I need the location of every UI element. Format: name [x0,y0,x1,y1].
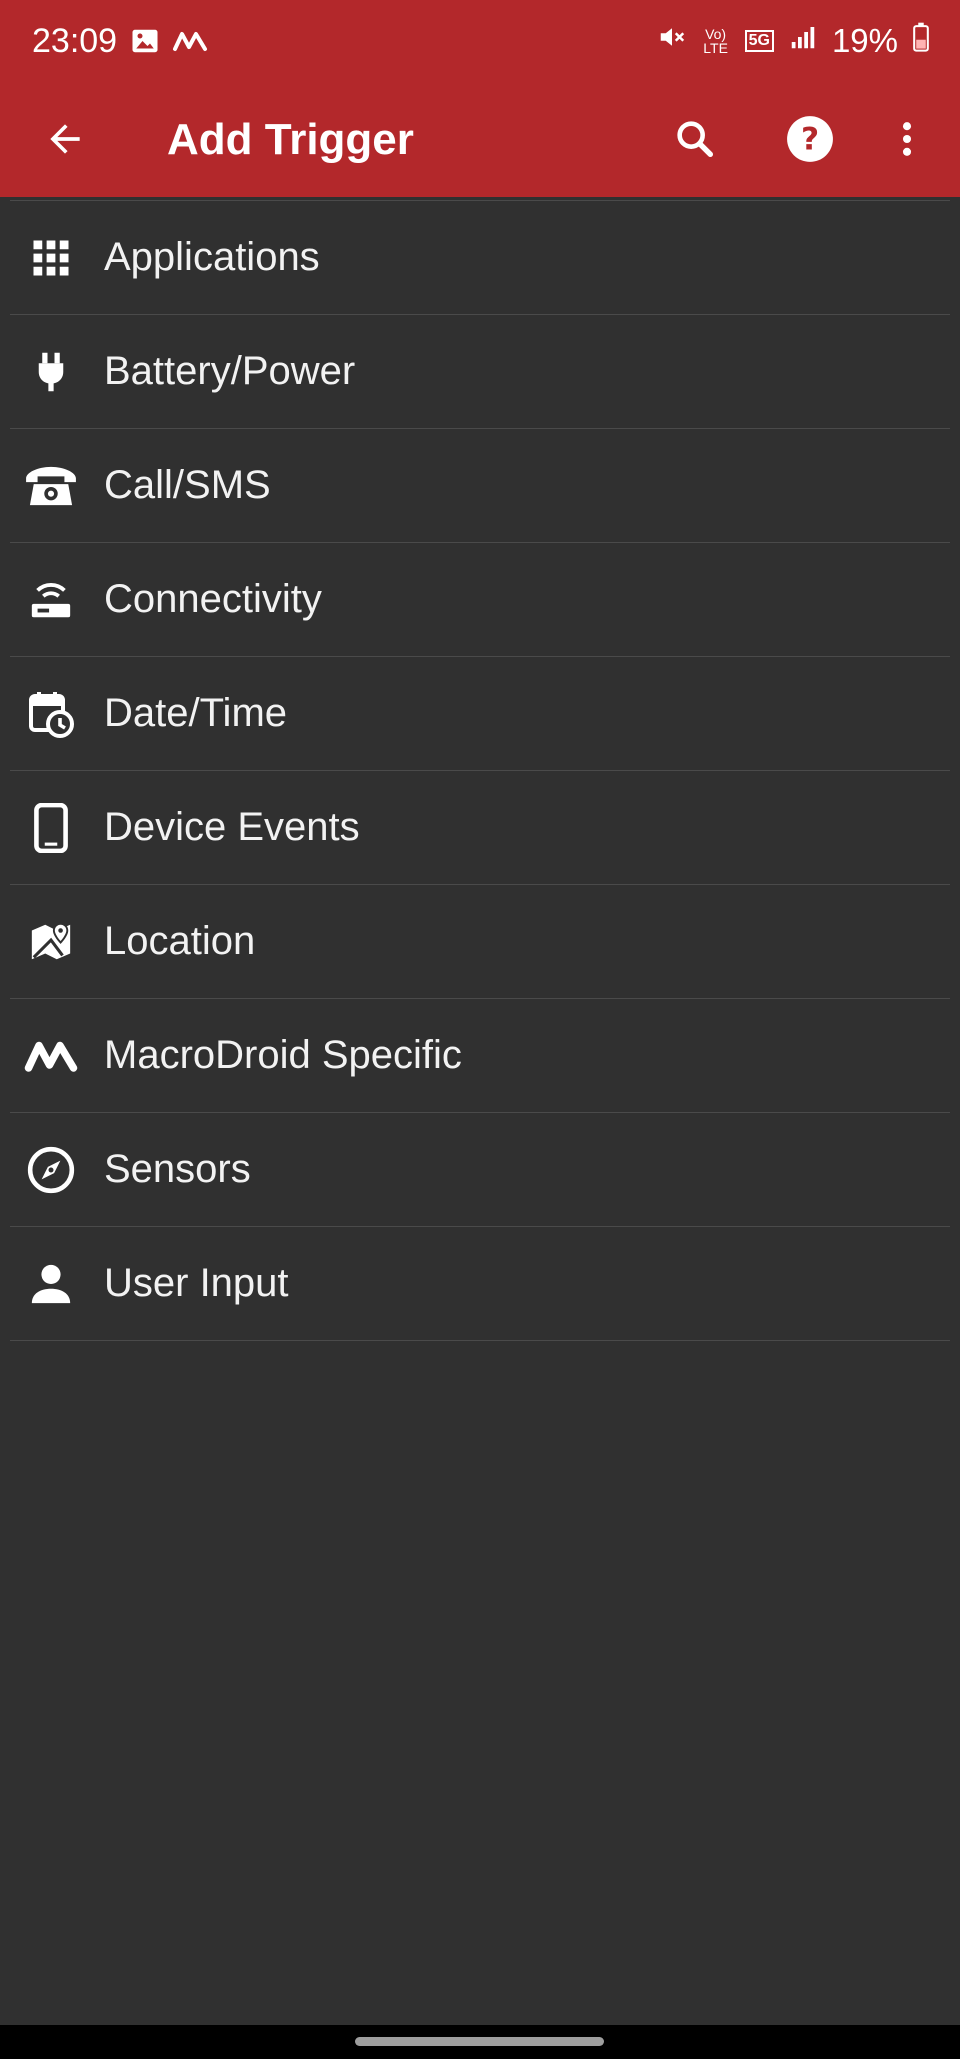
category-call-sms[interactable]: Call/SMS [10,429,950,543]
router-icon [22,571,80,629]
status-bar: 23:09 Vo) LTE 5G 19% [0,0,960,84]
category-connectivity[interactable]: Connectivity [10,543,950,657]
status-time: 23:09 [32,22,118,60]
category-label: Call/SMS [104,463,271,507]
help-button[interactable]: ? [775,106,845,176]
more-vert-icon [885,117,929,166]
category-macrodroid-specific[interactable]: MacroDroid Specific [10,999,950,1113]
toolbar: Add Trigger ? [0,84,960,197]
mute-icon [657,22,687,60]
category-location[interactable]: Location [10,885,950,999]
back-arrow-icon [43,117,87,166]
category-label: Sensors [104,1147,251,1191]
calendar-clock-icon [22,685,80,743]
search-icon [672,116,718,167]
person-icon [22,1255,80,1313]
category-label: Location [104,919,256,963]
help-icon: ? [785,114,835,169]
map-pin-icon [22,913,80,971]
device-icon [22,799,80,857]
power-plug-icon [22,343,80,401]
category-label: Date/Time [104,691,288,735]
navigation-bar [0,2025,960,2059]
category-applications[interactable]: Applications [10,200,950,315]
category-user-input[interactable]: User Input [10,1227,950,1341]
category-label: Applications [104,235,320,279]
home-gesture-handle[interactable] [355,2037,604,2046]
signal-icon [788,22,818,60]
volte-icon: Vo) LTE [703,26,728,56]
phone-icon [22,457,80,515]
compass-icon [22,1141,80,1199]
category-battery-power[interactable]: Battery/Power [10,315,950,429]
battery-icon [912,22,930,60]
svg-text:?: ? [801,121,819,157]
battery-percent: 19% [831,22,898,59]
category-date-time[interactable]: Date/Time [10,657,950,771]
category-label: User Input [104,1261,289,1305]
category-label: Connectivity [104,577,322,621]
category-device-events[interactable]: Device Events [10,771,950,885]
more-options-button[interactable] [872,106,942,176]
trigger-category-list: Applications Battery/Power Call/SMS Conn… [0,200,960,1341]
app-bar: 23:09 Vo) LTE 5G 19% Add Trigger ? [0,0,960,197]
apps-grid-icon [22,229,80,287]
category-label: Battery/Power [104,349,356,393]
macrodroid-icon [22,1027,80,1085]
macrodroid-icon [172,26,208,61]
category-label: MacroDroid Specific [104,1033,462,1077]
category-sensors[interactable]: Sensors [10,1113,950,1227]
5g-icon: 5G [744,30,774,52]
category-label: Device Events [104,805,360,849]
search-button[interactable] [660,106,730,176]
page-title: Add Trigger [167,115,414,164]
back-button[interactable] [30,106,100,176]
gallery-icon [130,26,160,61]
